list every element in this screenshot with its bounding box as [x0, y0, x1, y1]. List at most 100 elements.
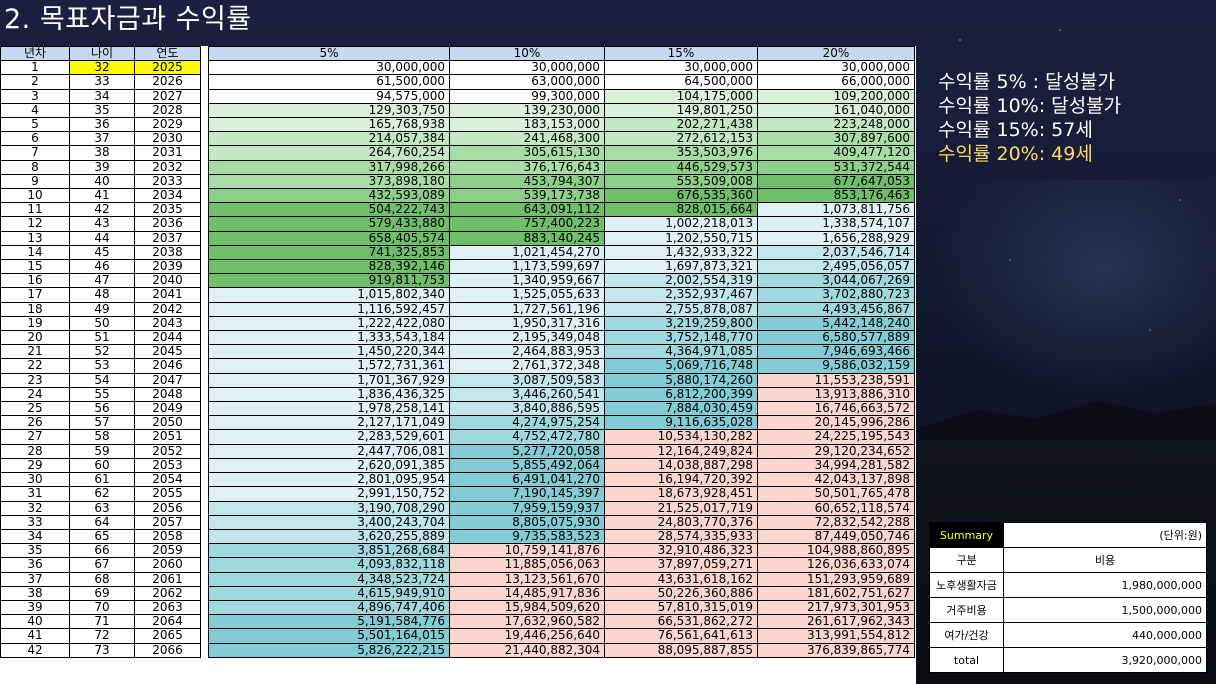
cell-year: 2065 [134, 628, 201, 644]
table-row: 19 50 2043 1,222,422,080 1,950,317,316 3,219,… [0, 315, 915, 332]
cell-20pct: 4,493,456,867 [757, 301, 915, 317]
cell-20pct: 72,832,542,288 [757, 514, 915, 530]
table-row: 9 40 2033 373,898,180 453,794,307 553,509,008… [0, 173, 915, 190]
spacer [200, 515, 209, 530]
cell-5pct: 4,093,832,118 [208, 557, 450, 573]
cell-10pct: 643,091,112 [449, 202, 605, 218]
table-row: 33 64 2057 3,400,243,704 8,805,075,930 24,803… [0, 514, 915, 530]
spacer [200, 543, 209, 558]
spacer [200, 557, 209, 573]
spacer [200, 174, 209, 189]
summary-value: 440,000,000 [1003, 622, 1207, 648]
cell-year: 2025 [134, 60, 201, 76]
cell-age: 69 [69, 585, 135, 601]
cell-15pct: 18,673,928,451 [604, 486, 758, 502]
cell-age: 46 [69, 259, 135, 275]
cell-year: 2055 [134, 486, 201, 502]
summary-title: Summary [929, 522, 1004, 548]
cell-year-num: 11 [0, 202, 70, 218]
spacer [200, 60, 209, 75]
summary-label: 여가/건강 [929, 622, 1004, 648]
table-row: 31 62 2055 2,991,150,752 7,190,145,397 18,673… [0, 486, 915, 502]
spacer [200, 358, 209, 374]
cell-year-num: 3 [0, 88, 70, 104]
spacer [200, 458, 209, 473]
cell-15pct: 10,534,130,282 [604, 429, 758, 445]
cell-5pct: 5,826,222,215 [208, 642, 450, 658]
cell-20pct: 20,145,996,286 [757, 415, 915, 431]
summary-unit: (단위:원) [1003, 522, 1207, 548]
cell-year: 2026 [134, 74, 201, 90]
cell-10pct: 1,525,055,633 [449, 287, 605, 303]
cell-year-num: 19 [0, 315, 70, 332]
cell-20pct: 1,073,811,756 [757, 202, 915, 218]
cell-15pct: 88,095,887,855 [604, 642, 758, 658]
cell-20pct: 66,000,000 [757, 74, 915, 90]
cell-20pct: 2,037,546,714 [757, 244, 915, 261]
cell-10pct: 17,632,960,582 [449, 614, 605, 630]
cell-15pct: 2,002,554,319 [604, 273, 758, 289]
cell-year: 2028 [134, 102, 201, 119]
spacer [200, 259, 209, 274]
target-fund-table: 년차 나이 연도 5% 10% 15% 20% 1 32 2025 30,000,00… [0, 46, 915, 658]
cell-age: 38 [69, 145, 135, 161]
cell-20pct: 307,897,600 [757, 131, 915, 147]
cell-15pct: 828,015,664 [604, 202, 758, 218]
spacer [200, 216, 209, 232]
cell-10pct: 139,230,000 [449, 102, 605, 119]
cell-20pct: 531,372,544 [757, 159, 915, 175]
cell-year: 2060 [134, 557, 201, 573]
table-row: 30 61 2054 2,801,095,954 6,491,041,270 16,194… [0, 472, 915, 488]
cell-age: 45 [69, 244, 135, 261]
cell-age: 61 [69, 472, 135, 488]
cell-5pct: 4,615,949,910 [208, 585, 450, 601]
summary-label: 거주비용 [929, 597, 1004, 623]
table-row: 18 49 2042 1,116,592,457 1,727,561,196 2,755,… [0, 301, 915, 317]
cell-age: 73 [69, 642, 135, 658]
summary-row: 거주비용 1,500,000,000 [929, 597, 1207, 623]
cell-5pct: 741,325,853 [208, 244, 450, 261]
note-10pct: 수익률 10%: 달성불가 [938, 95, 1122, 117]
cell-10pct: 14,485,917,836 [449, 585, 605, 601]
cell-10pct: 9,735,583,523 [449, 528, 605, 545]
cell-age: 52 [69, 344, 135, 360]
cell-5pct: 5,191,584,776 [208, 614, 450, 630]
cell-20pct: 3,702,880,723 [757, 287, 915, 303]
cell-15pct: 4,364,971,085 [604, 344, 758, 360]
cell-age: 68 [69, 571, 135, 587]
spacer [200, 415, 209, 430]
cell-10pct: 99,300,000 [449, 88, 605, 104]
cell-year: 2061 [134, 571, 201, 587]
cell-5pct: 4,348,523,724 [208, 571, 450, 587]
table-row: 32 63 2056 3,190,708,290 7,959,159,937 21,525… [0, 500, 915, 516]
table-row: 13 44 2037 658,405,574 883,140,245 1,202,550,… [0, 230, 915, 246]
table-row: 3 34 2027 94,575,000 99,300,000 104,175,000 10… [0, 88, 915, 104]
note-5pct: 수익률 5% : 달성불가 [938, 71, 1116, 93]
cell-10pct: 7,190,145,397 [449, 486, 605, 502]
cell-year-num: 38 [0, 585, 70, 601]
cell-15pct: 57,810,315,019 [604, 599, 758, 616]
cell-year-num: 12 [0, 216, 70, 232]
cell-5pct: 61,500,000 [208, 74, 450, 90]
cell-10pct: 1,173,599,697 [449, 259, 605, 275]
cell-year: 2048 [134, 386, 201, 403]
cell-10pct: 376,176,643 [449, 159, 605, 175]
cell-year-num: 6 [0, 131, 70, 147]
cell-age: 40 [69, 173, 135, 190]
cell-10pct: 2,464,883,953 [449, 344, 605, 360]
cell-10pct: 4,274,975,254 [449, 415, 605, 431]
cell-15pct: 2,755,878,087 [604, 301, 758, 317]
cell-5pct: 317,998,266 [208, 159, 450, 175]
summary-header-category: 구분 [929, 547, 1004, 573]
spacer [200, 89, 209, 104]
summary-row: 노후생활자금 1,980,000,000 [929, 572, 1207, 598]
cell-year-num: 24 [0, 386, 70, 403]
cell-10pct: 2,761,372,348 [449, 358, 605, 374]
cell-10pct: 241,468,300 [449, 131, 605, 147]
table-row: 34 65 2058 3,620,255,889 9,735,583,523 28,574… [0, 528, 915, 545]
cell-5pct: 2,283,529,601 [208, 429, 450, 445]
cell-age: 71 [69, 614, 135, 630]
cell-20pct: 24,225,195,543 [757, 429, 915, 445]
cell-age: 42 [69, 202, 135, 218]
cell-year-num: 33 [0, 514, 70, 530]
